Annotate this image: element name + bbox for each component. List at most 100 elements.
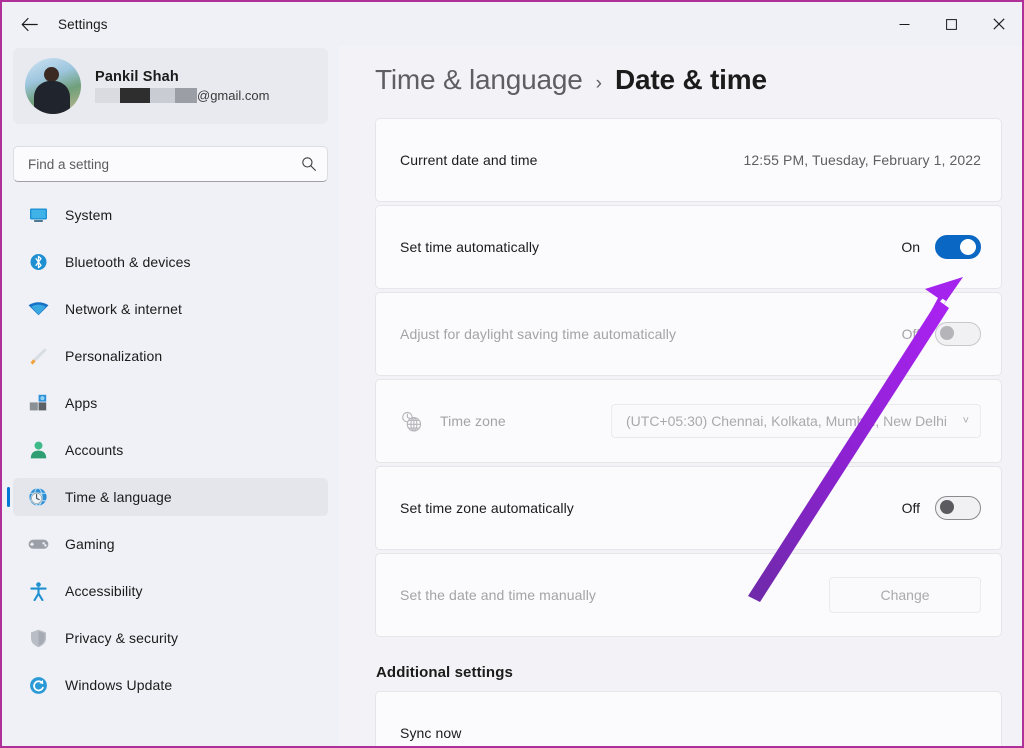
search-icon[interactable]: [301, 156, 317, 172]
sync-now-label: Sync now: [400, 725, 462, 741]
daylight-saving-label: Adjust for daylight saving time automati…: [400, 326, 676, 342]
time-zone-dropdown: (UTC+05:30) Chennai, Kolkata, Mumbai, Ne…: [611, 404, 981, 438]
title-bar: Settings: [2, 2, 1022, 46]
sidebar-item-bluetooth-devices[interactable]: Bluetooth & devices: [13, 243, 328, 281]
window-body: Pankil Shah @gmail.com: [2, 46, 1022, 746]
set-time-zone-automatically-row: Set time zone automatically Off: [375, 466, 1002, 550]
wifi-icon: [27, 299, 49, 319]
selection-indicator: [7, 487, 10, 507]
avatar: [25, 58, 81, 114]
bluetooth-icon: [27, 252, 49, 272]
close-icon: [993, 18, 1005, 30]
breadcrumb-parent-link[interactable]: Time & language: [375, 64, 583, 96]
set-time-automatically-state: On: [901, 239, 920, 255]
search-input[interactable]: [28, 157, 301, 172]
toggle-knob: [940, 500, 954, 514]
set-date-time-manually-label: Set the date and time manually: [400, 587, 596, 603]
person-icon: [27, 440, 49, 460]
current-date-time-label: Current date and time: [400, 152, 538, 168]
profile-card[interactable]: Pankil Shah @gmail.com: [13, 48, 328, 124]
clock-globe-icon: [400, 410, 422, 432]
set-time-zone-automatically-label: Set time zone automatically: [400, 500, 574, 516]
sidebar-item-windows-update[interactable]: Windows Update: [13, 666, 328, 704]
sidebar-item-personalization[interactable]: Personalization: [13, 337, 328, 375]
breadcrumb: Time & language › Date & time: [375, 46, 1002, 96]
redaction-block: [120, 88, 150, 103]
set-time-automatically-row: Set time automatically On: [375, 205, 1002, 289]
sidebar-item-system[interactable]: System: [13, 196, 328, 234]
sidebar-item-label: Apps: [65, 395, 97, 411]
search-box[interactable]: [13, 146, 328, 182]
sidebar-item-time-language[interactable]: Time & language: [13, 478, 328, 516]
time-zone-row: Time zone (UTC+05:30) Chennai, Kolkata, …: [375, 379, 1002, 463]
set-time-automatically-label: Set time automatically: [400, 239, 539, 255]
toggle-knob: [960, 239, 976, 255]
redaction-block: [175, 88, 197, 103]
paintbrush-icon: [27, 346, 49, 366]
sidebar-item-label: Privacy & security: [65, 630, 178, 646]
main-content: Time & language › Date & time Current da…: [339, 46, 1022, 746]
sidebar: Pankil Shah @gmail.com: [2, 46, 339, 746]
sidebar-item-label: Personalization: [65, 348, 162, 364]
profile-name: Pankil Shah: [95, 69, 269, 85]
accessibility-icon: [27, 581, 49, 601]
sidebar-item-label: Gaming: [65, 536, 115, 552]
minimize-button[interactable]: [881, 2, 928, 46]
daylight-saving-control: Off: [902, 322, 981, 346]
maximize-icon: [946, 19, 957, 30]
time-zone-value: (UTC+05:30) Chennai, Kolkata, Mumbai, Ne…: [626, 413, 955, 429]
page-title: Date & time: [615, 64, 767, 96]
sidebar-item-network-internet[interactable]: Network & internet: [13, 290, 328, 328]
sidebar-item-label: Network & internet: [65, 301, 182, 317]
sidebar-item-accounts[interactable]: Accounts: [13, 431, 328, 469]
set-time-zone-automatically-toggle[interactable]: [935, 496, 981, 520]
set-time-automatically-toggle[interactable]: [935, 235, 981, 259]
set-time-zone-automatically-control: Off: [902, 496, 981, 520]
sidebar-nav: System Bluetooth & devices: [13, 196, 328, 704]
sidebar-item-gaming[interactable]: Gaming: [13, 525, 328, 563]
time-zone-label: Time zone: [440, 413, 506, 429]
sidebar-item-apps[interactable]: Apps: [13, 384, 328, 422]
clock-globe-icon: [27, 487, 49, 507]
profile-text: Pankil Shah @gmail.com: [95, 69, 269, 104]
additional-settings-heading: Additional settings: [376, 664, 1002, 681]
set-time-automatically-control: On: [901, 235, 981, 259]
window-title: Settings: [58, 17, 108, 32]
back-button[interactable]: [10, 8, 48, 40]
sidebar-item-label: Accessibility: [65, 583, 143, 599]
gamepad-icon: [27, 534, 49, 554]
minimize-icon: [899, 19, 910, 30]
profile-email-suffix: @gmail.com: [197, 88, 269, 103]
sidebar-item-privacy-security[interactable]: Privacy & security: [13, 619, 328, 657]
back-arrow-icon: [21, 17, 38, 32]
window-controls: [881, 2, 1022, 46]
change-button: Change: [829, 577, 981, 613]
daylight-saving-toggle: [935, 322, 981, 346]
avatar-head: [44, 67, 59, 82]
apps-grid-icon: [27, 393, 49, 413]
current-date-time-value: 12:55 PM, Tuesday, February 1, 2022: [744, 152, 982, 168]
sidebar-item-label: Bluetooth & devices: [65, 254, 191, 270]
maximize-button[interactable]: [928, 2, 975, 46]
profile-email: @gmail.com: [95, 88, 269, 104]
settings-window: Settings: [0, 0, 1024, 748]
current-date-time-row: Current date and time 12:55 PM, Tuesday,…: [375, 118, 1002, 202]
daylight-saving-row: Adjust for daylight saving time automati…: [375, 292, 1002, 376]
toggle-knob: [940, 326, 954, 340]
shield-icon: [27, 628, 49, 648]
avatar-body: [34, 81, 70, 114]
set-date-time-manually-row: Set the date and time manually Change: [375, 553, 1002, 637]
set-time-zone-automatically-state: Off: [902, 500, 920, 516]
sync-now-row[interactable]: Sync now: [375, 691, 1002, 746]
sidebar-item-label: System: [65, 207, 112, 223]
redaction-block: [150, 88, 175, 103]
redaction-block: [95, 88, 120, 103]
close-button[interactable]: [975, 2, 1022, 46]
sidebar-item-label: Time & language: [65, 489, 172, 505]
monitor-icon: [27, 205, 49, 225]
sidebar-item-label: Windows Update: [65, 677, 172, 693]
sidebar-item-accessibility[interactable]: Accessibility: [13, 572, 328, 610]
sidebar-item-label: Accounts: [65, 442, 123, 458]
breadcrumb-separator-icon: ›: [596, 73, 602, 95]
refresh-icon: [27, 675, 49, 695]
